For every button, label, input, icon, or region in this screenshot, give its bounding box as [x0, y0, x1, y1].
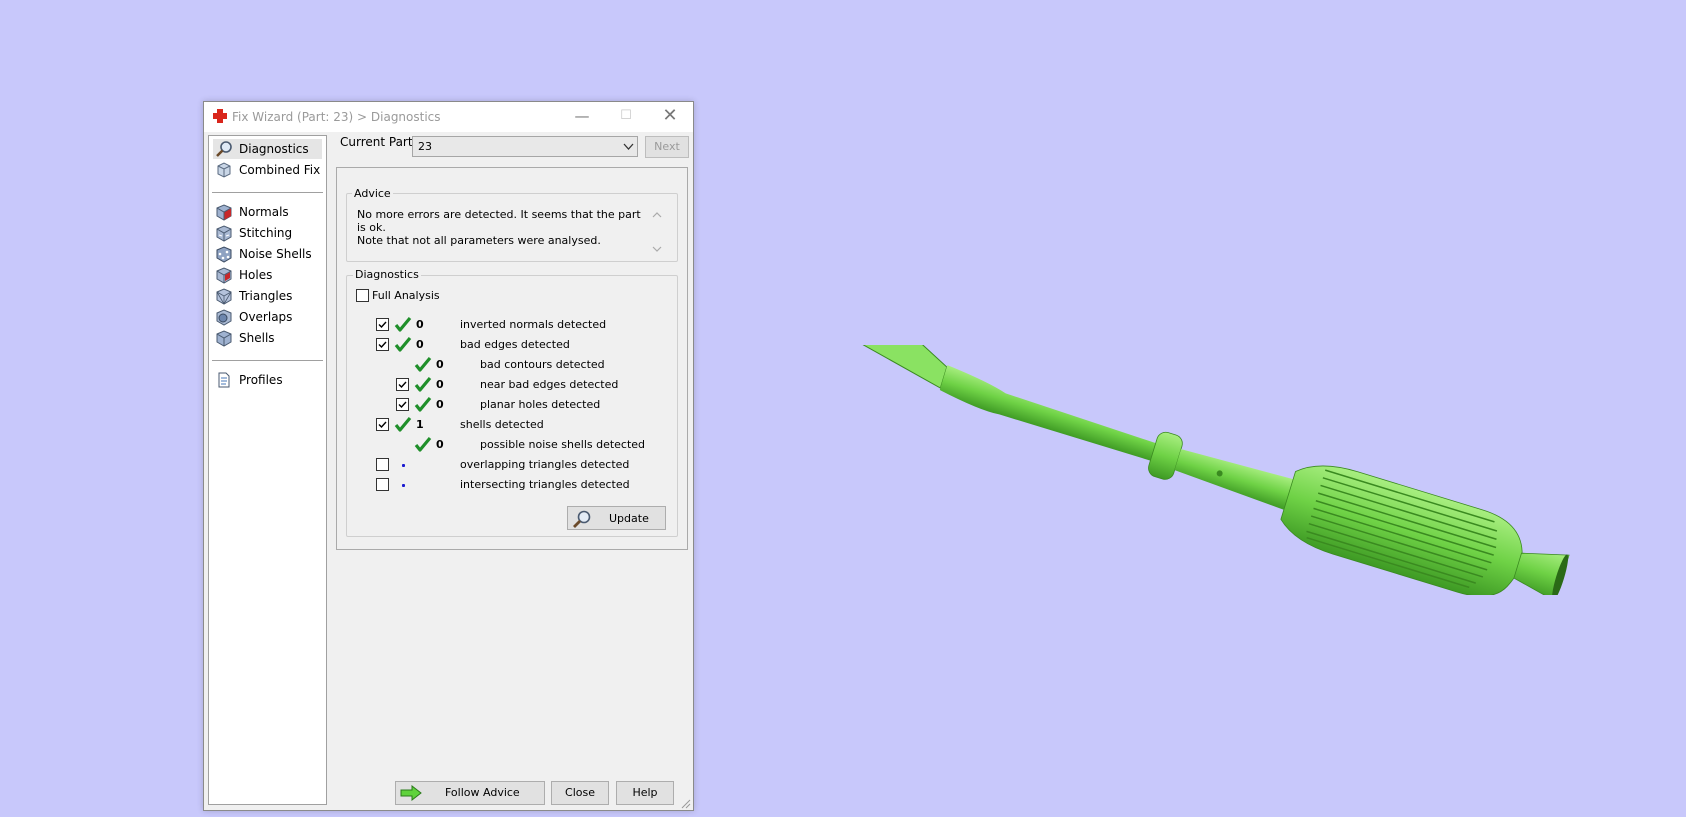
nav-label-noise-shells: Noise Shells [239, 247, 312, 261]
current-part-label: Current Part: [340, 135, 417, 149]
full-analysis-checkbox[interactable] [356, 289, 369, 302]
minimize-button[interactable]: — [560, 102, 604, 132]
nav-item-noise-shells[interactable]: Noise Shells [213, 244, 322, 264]
maximize-button[interactable]: ☐ [604, 102, 648, 132]
nav-item-combined-fix[interactable]: Combined Fix [213, 160, 322, 180]
advice-text-line-1: No more errors are detected. It seems th… [357, 208, 641, 234]
nav-item-diagnostics[interactable]: Diagnostics [213, 139, 322, 159]
advice-group-label: Advice [352, 187, 393, 200]
green-tick-icon [414, 376, 432, 392]
diagnostics-group-label: Diagnostics [353, 268, 421, 281]
advice-scrollbar[interactable] [649, 208, 665, 256]
nav-label-triangles: Triangles [239, 289, 293, 303]
normals-cube-icon [216, 204, 232, 221]
nav-item-normals[interactable]: Normals [213, 202, 322, 222]
advice-text-line-2: Note that not all parameters were analys… [357, 234, 601, 247]
checkmark-icon [378, 321, 387, 329]
chevron-down-icon [623, 143, 634, 150]
green-tick-icon [394, 316, 412, 332]
resize-grip-icon[interactable] [679, 797, 691, 809]
window-title: Fix Wizard (Part: 23) > Diagnostics [232, 110, 441, 124]
follow-advice-label: Follow Advice [445, 786, 520, 799]
overlapping-triangles-checkbox[interactable] [376, 458, 389, 471]
planar-holes-label: planar holes detected [480, 398, 601, 411]
bad-contours-label: bad contours detected [480, 358, 605, 371]
bad-edges-count: 0 [416, 338, 424, 351]
nav-label-shells: Shells [239, 331, 275, 345]
intersecting-triangles-checkbox[interactable] [376, 478, 389, 491]
update-button[interactable]: Update [567, 506, 666, 530]
current-part-value: 23 [418, 140, 432, 153]
profiles-document-icon [218, 372, 230, 388]
bad-edges-label: bad edges detected [460, 338, 570, 351]
nav-item-shells[interactable]: Shells [213, 328, 322, 348]
update-label: Update [609, 512, 649, 525]
overlapping-triangles-label: overlapping triangles detected [460, 458, 630, 471]
checkmark-icon [378, 341, 387, 349]
nav-label-diagnostics: Diagnostics [239, 142, 309, 156]
next-button[interactable]: Next [645, 136, 689, 158]
nav-label-stitching: Stitching [239, 226, 293, 240]
inverted-normals-count: 0 [416, 318, 424, 331]
nav-label-combined-fix: Combined Fix [239, 163, 321, 177]
green-tick-icon [414, 396, 432, 412]
inverted-normals-checkbox[interactable] [376, 318, 389, 331]
noise-shells-label: possible noise shells detected [480, 438, 646, 451]
nav-separator [212, 192, 323, 193]
nav-item-overlaps[interactable]: Overlaps [213, 307, 322, 327]
triangles-cube-icon [216, 288, 232, 305]
nav-separator [212, 360, 323, 361]
green-tick-icon [394, 336, 412, 352]
not-analysed-dot-icon [402, 484, 405, 487]
magnifier-icon [216, 141, 232, 157]
shells-label: shells detected [460, 418, 544, 431]
current-part-select[interactable]: 23 [412, 136, 638, 157]
checkmark-icon [398, 381, 407, 389]
close-window-button[interactable]: ✕ [648, 102, 692, 132]
shells-count: 1 [416, 418, 424, 431]
shells-checkbox[interactable] [376, 418, 389, 431]
not-analysed-dot-icon [402, 464, 405, 467]
near-bad-edges-checkbox[interactable] [396, 378, 409, 391]
advice-text: No more errors are detected. It seems th… [357, 208, 647, 247]
overlaps-cube-icon [216, 309, 232, 326]
nav-label-overlaps: Overlaps [239, 310, 293, 324]
nav-item-triangles[interactable]: Triangles [213, 286, 322, 306]
noise-shells-cube-icon [216, 246, 232, 263]
red-cross-icon [213, 109, 227, 123]
planar-holes-checkbox[interactable] [396, 398, 409, 411]
stitching-cube-icon [216, 225, 232, 242]
bad-edges-checkbox[interactable] [376, 338, 389, 351]
holes-cube-icon [216, 267, 232, 284]
planar-holes-count: 0 [436, 398, 444, 411]
magnifier-icon [573, 510, 591, 528]
inverted-normals-label: inverted normals detected [460, 318, 607, 331]
noise-shells-count: 0 [436, 438, 444, 451]
title-bar[interactable]: Fix Wizard (Part: 23) > Diagnostics — ☐ … [204, 102, 693, 132]
checkmark-icon [378, 421, 387, 429]
checkmark-icon [398, 401, 407, 409]
nav-item-holes[interactable]: Holes [213, 265, 322, 285]
near-bad-edges-count: 0 [436, 378, 444, 391]
green-tick-icon [394, 416, 412, 432]
nav-label-normals: Normals [239, 205, 289, 219]
shells-cube-icon [216, 330, 232, 347]
nav-label-holes: Holes [239, 268, 273, 282]
bad-contours-count: 0 [436, 358, 444, 371]
help-button[interactable]: Help [616, 781, 674, 805]
full-analysis-label: Full Analysis [372, 289, 440, 302]
combined-fix-icon [217, 162, 231, 178]
wizard-nav-panel: Diagnostics Combined Fix Normals Stitchi… [208, 135, 327, 805]
intersecting-triangles-label: intersecting triangles detected [460, 478, 630, 491]
close-button[interactable]: Close [551, 781, 609, 805]
follow-advice-button[interactable]: Follow Advice [395, 781, 545, 805]
screwdriver-3d-model[interactable] [832, 345, 1578, 595]
nav-item-profiles[interactable]: Profiles [213, 370, 322, 390]
green-tick-icon [414, 356, 432, 372]
nav-label-profiles: Profiles [239, 373, 283, 387]
green-arrow-right-icon [400, 785, 422, 801]
near-bad-edges-label: near bad edges detected [480, 378, 619, 391]
nav-item-stitching[interactable]: Stitching [213, 223, 322, 243]
green-tick-icon [414, 436, 432, 452]
